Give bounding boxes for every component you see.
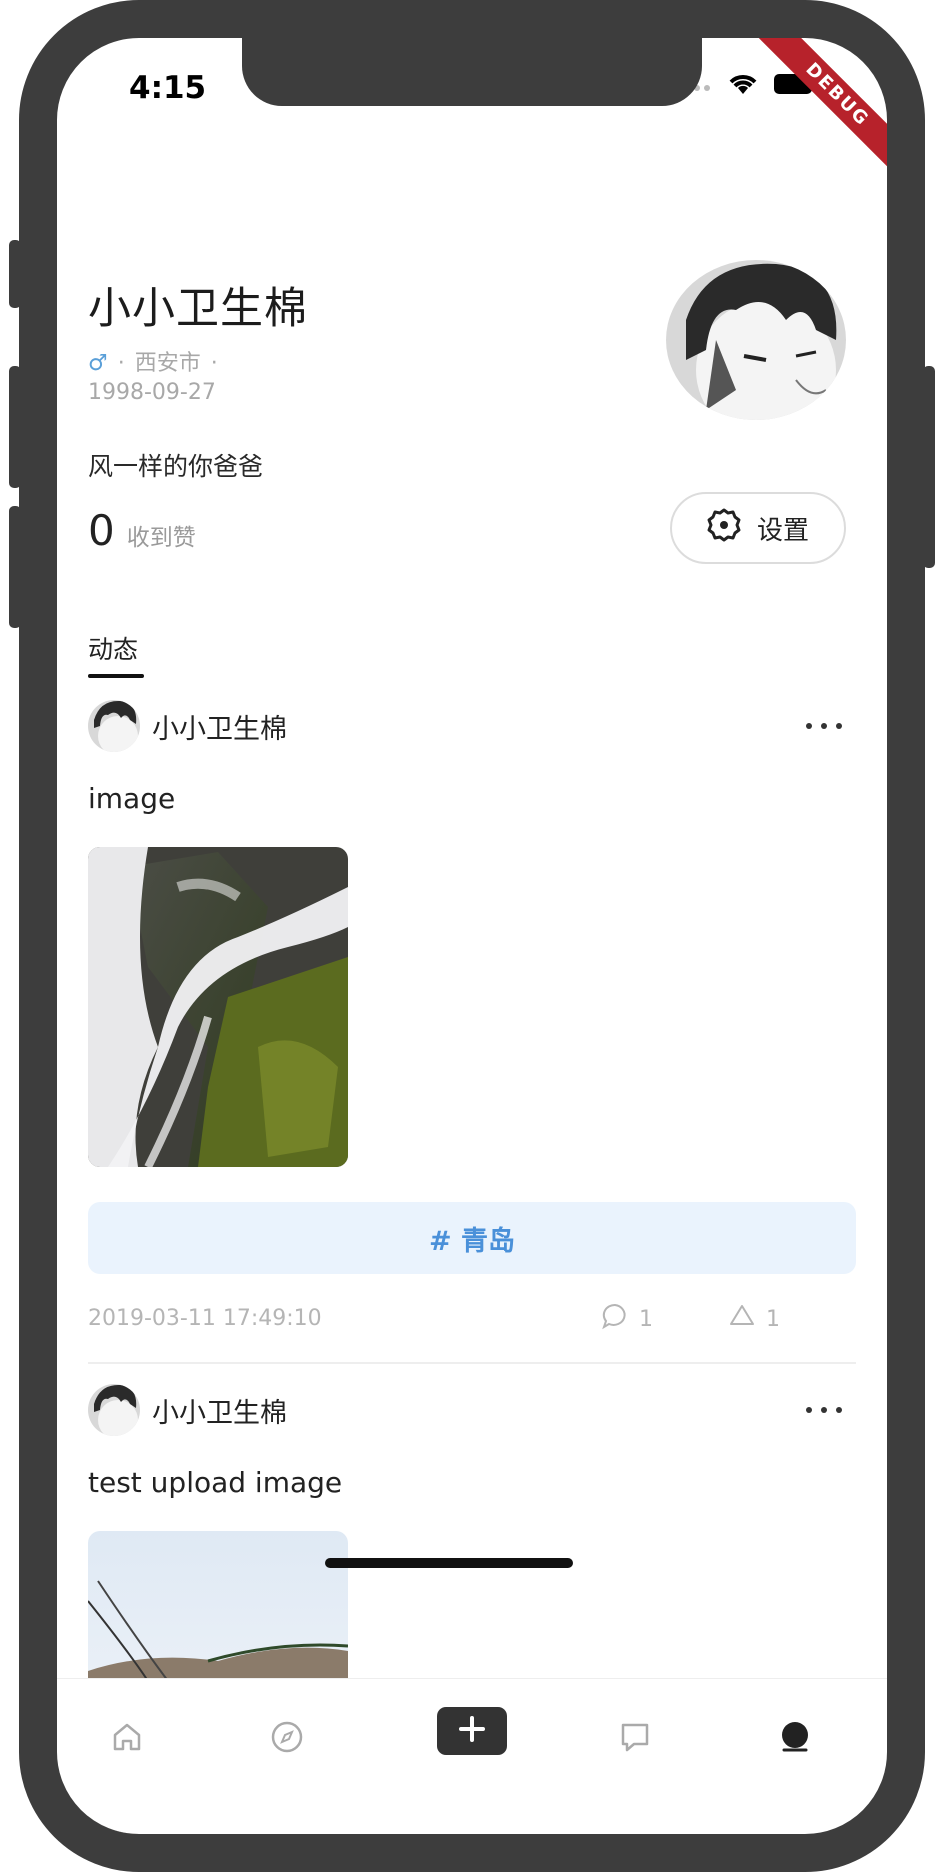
phone-screen: 4:15 DEBUG 小小卫生棉 ♂ · 西安市 · 1998-09-27 风一样的你… bbox=[57, 38, 887, 1834]
post-image[interactable] bbox=[88, 847, 348, 1167]
gender-icon: ♂ bbox=[88, 351, 108, 376]
post-text: image bbox=[88, 782, 176, 815]
volume-up-button bbox=[9, 366, 21, 488]
settings-button[interactable]: 设置 bbox=[670, 492, 846, 564]
volume-down-button bbox=[9, 506, 21, 628]
post-author-avatar[interactable] bbox=[88, 1384, 140, 1436]
notch bbox=[242, 38, 702, 106]
post-author-avatar[interactable] bbox=[88, 700, 140, 752]
nav-messages[interactable] bbox=[605, 1717, 665, 1761]
post-header: 小小卫生棉 bbox=[88, 1384, 856, 1436]
topic-tag[interactable]: # 青岛 bbox=[88, 1202, 856, 1274]
meta-separator: · bbox=[117, 351, 125, 376]
profile-city: 西安市 bbox=[134, 351, 201, 376]
mute-switch bbox=[9, 240, 21, 308]
comment-count: 1 bbox=[639, 1306, 653, 1332]
more-options-icon[interactable] bbox=[806, 710, 842, 742]
more-options-icon[interactable] bbox=[806, 1394, 842, 1426]
like-icon bbox=[728, 1302, 756, 1336]
likes-label: 收到赞 bbox=[126, 525, 196, 551]
nav-profile[interactable] bbox=[765, 1717, 825, 1761]
post-author-name[interactable]: 小小卫生棉 bbox=[152, 1391, 287, 1430]
post-date: 2019-03-11 17:49:10 bbox=[88, 1306, 322, 1331]
post-divider bbox=[88, 1362, 856, 1364]
like-count: 1 bbox=[766, 1306, 780, 1332]
status-time: 4:15 bbox=[129, 70, 207, 106]
home-indicator bbox=[325, 1558, 573, 1568]
like-stat[interactable]: 1 bbox=[728, 1302, 780, 1336]
nav-home[interactable] bbox=[97, 1717, 157, 1761]
debug-banner: DEBUG bbox=[755, 38, 887, 177]
user-icon bbox=[778, 1720, 812, 1758]
meta-separator: · bbox=[210, 351, 218, 376]
nav-discover[interactable] bbox=[257, 1717, 317, 1761]
comment-icon bbox=[601, 1302, 629, 1336]
post-author-name[interactable]: 小小卫生棉 bbox=[152, 707, 287, 746]
compass-icon bbox=[270, 1720, 304, 1758]
post-text: test upload image bbox=[88, 1466, 343, 1499]
likes-summary: 0 收到赞 bbox=[88, 506, 196, 555]
post-card: 小小卫生棉 test upload image bbox=[88, 1384, 856, 1834]
bottom-nav bbox=[57, 1678, 887, 1834]
profile-name: 小小卫生棉 bbox=[88, 284, 308, 334]
plus-icon bbox=[458, 1715, 486, 1747]
post-footer: 2019-03-11 17:49:10 1 1 bbox=[88, 1276, 856, 1332]
settings-label: 设置 bbox=[756, 515, 809, 546]
likes-count: 0 bbox=[88, 506, 115, 555]
profile-birthday: 1998-09-27 bbox=[88, 380, 216, 405]
post-header: 小小卫生棉 bbox=[88, 700, 856, 752]
tab-activity[interactable]: 动态 bbox=[88, 630, 138, 666]
profile-bio: 风一样的你爸爸 bbox=[88, 452, 264, 481]
chat-icon bbox=[618, 1720, 652, 1758]
home-icon bbox=[110, 1720, 144, 1758]
app-page: 4:15 DEBUG 小小卫生棉 ♂ · 西安市 · 1998-09-27 风一样的你… bbox=[0, 0, 944, 1872]
nav-publish[interactable] bbox=[437, 1707, 507, 1755]
profile-avatar[interactable] bbox=[666, 260, 846, 420]
wifi-icon bbox=[727, 72, 759, 100]
power-button bbox=[923, 366, 935, 568]
comment-stat[interactable]: 1 bbox=[601, 1302, 653, 1336]
post-card: 小小卫生棉 image # 青岛 2019-03-11 17:49:10 1 1 bbox=[88, 700, 856, 1400]
tab-indicator bbox=[88, 674, 144, 678]
gear-icon bbox=[707, 508, 741, 549]
profile-meta: ♂ · 西安市 · bbox=[88, 350, 228, 378]
